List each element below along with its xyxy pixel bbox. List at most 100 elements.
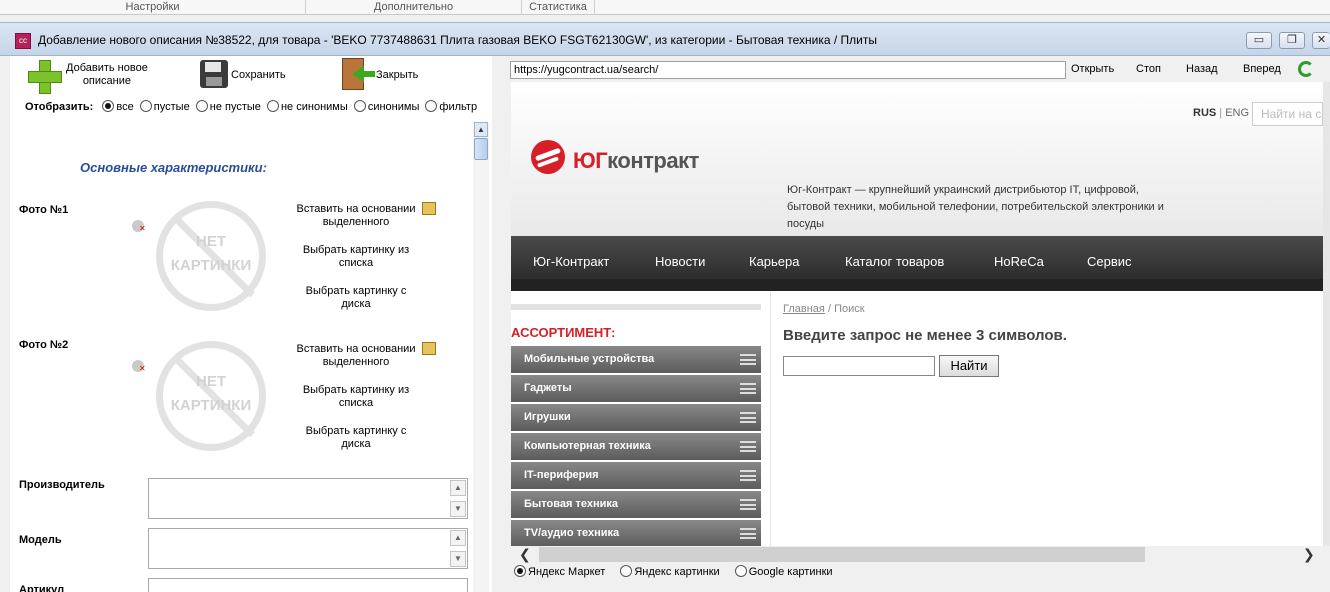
- site-header: RUS | ENG Найти на сайте ЮГконтракт Юг-К…: [511, 82, 1323, 236]
- paste-icon[interactable]: [422, 202, 436, 215]
- photo-2-choose-from-list[interactable]: Выбрать картинку из списка: [286, 384, 426, 410]
- photo-2-label: Фото №2: [19, 339, 69, 351]
- model-field[interactable]: ▲ ▼: [148, 528, 468, 569]
- stop-button[interactable]: Стоп: [1136, 63, 1161, 75]
- top-tab-bar: Настройки Дополнительно Статистика: [0, 0, 1330, 15]
- category-toys[interactable]: Игрушки: [511, 404, 761, 431]
- category-it-peripherals[interactable]: IT-периферия: [511, 462, 761, 489]
- open-button[interactable]: Открыть: [1071, 63, 1114, 75]
- category-computers[interactable]: Компьютерная техника: [511, 433, 761, 460]
- scroll-down-icon[interactable]: ▼: [450, 501, 466, 517]
- scroll-up-icon[interactable]: ▲: [474, 122, 488, 137]
- editor-scrollbar[interactable]: ▲: [473, 122, 489, 592]
- manufacturer-label: Производитель: [19, 479, 105, 491]
- nav-yug-contract[interactable]: Юг-Контракт: [533, 254, 609, 269]
- filter-radio-all[interactable]: [102, 100, 115, 112]
- language-switch: RUS | ENG: [1193, 107, 1250, 119]
- breadcrumb-current: Поиск: [834, 303, 865, 315]
- tab-additional[interactable]: Дополнительно: [306, 0, 522, 15]
- photo-1-label: Фото №1: [19, 204, 69, 216]
- site-navbar: Юг-Контракт Новости Карьера Каталог това…: [511, 236, 1323, 291]
- category-mobile[interactable]: Мобильные устройства: [511, 346, 761, 373]
- menu-icon: [740, 354, 756, 365]
- breadcrumb-home[interactable]: Главная: [783, 303, 825, 315]
- scroll-left-icon[interactable]: ❮: [519, 546, 531, 563]
- add-label-line1: Добавить новое: [66, 62, 148, 74]
- lang-eng[interactable]: ENG: [1225, 107, 1249, 119]
- source-radio-google-images[interactable]: [734, 565, 747, 577]
- add-label-line2: описание: [82, 75, 131, 87]
- scroll-thumb[interactable]: [474, 138, 488, 160]
- save-label: Сохранить: [231, 69, 286, 81]
- paste-icon[interactable]: [422, 342, 436, 355]
- scroll-up-icon[interactable]: ▲: [450, 530, 466, 546]
- photo-1-choose-from-disk[interactable]: Выбрать картинку с диска: [286, 285, 426, 311]
- nav-news[interactable]: Новости: [655, 254, 705, 269]
- section-title: Основные характеристики:: [80, 160, 267, 175]
- breadcrumb: Главная / Поиск: [783, 303, 865, 315]
- forward-button[interactable]: Вперед: [1243, 63, 1281, 75]
- site-logo[interactable]: ЮГконтракт: [573, 148, 699, 174]
- add-description-button[interactable]: Добавить новое описание: [24, 58, 164, 94]
- filter-radio-synonyms[interactable]: [353, 100, 366, 112]
- display-filter: Отобразить: все пустые не пустые не сино…: [25, 100, 478, 113]
- category-appliances[interactable]: Бытовая техника: [511, 491, 761, 518]
- display-filter-label: Отобразить:: [25, 101, 94, 113]
- description-editor-pane: Добавить новое описание Сохранить Закрыт…: [10, 56, 492, 592]
- add-icon: [28, 60, 62, 94]
- delete-photo-2-icon[interactable]: [132, 360, 146, 373]
- filter-radio-empty[interactable]: [139, 100, 152, 112]
- source-radio-yandex-images[interactable]: [620, 565, 633, 577]
- scroll-right-icon[interactable]: ❯: [1303, 546, 1315, 563]
- tab-settings[interactable]: Настройки: [0, 0, 306, 15]
- search-hint: Введите запрос не менее 3 символов.: [783, 327, 1067, 344]
- close-button[interactable]: Закрыть: [340, 56, 440, 92]
- site-search-input[interactable]: Найти на сайте: [1252, 102, 1323, 126]
- photo-1-paste-selected[interactable]: Вставить на основании выделенного: [286, 203, 426, 229]
- floppy-disk-icon: [200, 60, 228, 88]
- no-picture-placeholder-1: НЕТ КАРТИНКИ: [156, 201, 266, 311]
- lang-rus[interactable]: RUS: [1193, 107, 1216, 119]
- filter-radio-not-empty[interactable]: [195, 100, 208, 112]
- refresh-icon[interactable]: [1298, 61, 1314, 77]
- close-window-button[interactable]: ✕: [1312, 32, 1330, 49]
- source-radio-yandex-market[interactable]: [514, 565, 526, 577]
- scroll-up-icon[interactable]: ▲: [450, 480, 466, 496]
- article-label: Артикул: [19, 584, 65, 592]
- photo-1-choose-from-list[interactable]: Выбрать картинку из списка: [286, 244, 426, 270]
- scroll-down-icon[interactable]: ▼: [450, 551, 466, 567]
- photo-2-paste-selected[interactable]: Вставить на основании выделенного: [286, 343, 426, 369]
- menu-icon: [740, 528, 756, 539]
- category-gadgets[interactable]: Гаджеты: [511, 375, 761, 402]
- url-field[interactable]: https://yugcontract.ua/search/: [510, 61, 1066, 79]
- app-icon: cc: [15, 33, 31, 49]
- save-button[interactable]: Сохранить: [198, 58, 308, 92]
- find-button[interactable]: Найти: [939, 355, 999, 377]
- minimize-button[interactable]: ▭: [1246, 32, 1272, 49]
- restore-button[interactable]: ❐: [1279, 32, 1305, 49]
- no-picture-placeholder-2: НЕТ КАРТИНКИ: [156, 341, 266, 451]
- web-horizontal-scrollbar[interactable]: ❮ ❯: [511, 546, 1323, 563]
- back-button[interactable]: Назад: [1186, 63, 1218, 75]
- assortment-title: АССОРТИМЕНТ:: [511, 325, 616, 340]
- delete-photo-1-icon[interactable]: [132, 220, 146, 233]
- scroll-thumb[interactable]: [539, 547, 1145, 562]
- menu-icon: [740, 383, 756, 394]
- search-source-options: Яндекс Маркет Яндекс картинки Google кар…: [514, 565, 833, 578]
- category-tv-audio[interactable]: TV/аудио техника: [511, 520, 761, 546]
- filter-radio-not-synonyms[interactable]: [266, 100, 279, 112]
- article-field[interactable]: [148, 578, 468, 592]
- nav-horeca[interactable]: HoReCa: [994, 254, 1044, 269]
- photo-2-choose-from-disk[interactable]: Выбрать картинку с диска: [286, 425, 426, 451]
- tab-statistics[interactable]: Статистика: [522, 0, 595, 15]
- search-input[interactable]: [783, 356, 935, 376]
- logo-icon[interactable]: [531, 140, 565, 174]
- nav-catalog[interactable]: Каталог товаров: [845, 254, 944, 269]
- close-label: Закрыть: [376, 69, 419, 81]
- manufacturer-field[interactable]: ▲ ▼: [148, 478, 468, 519]
- nav-career[interactable]: Карьера: [749, 254, 800, 269]
- nav-service[interactable]: Сервис: [1087, 254, 1132, 269]
- window-titlebar: cc Добавление нового описания №38522, дл…: [0, 22, 1330, 56]
- web-vertical-scrollbar[interactable]: [1323, 82, 1330, 546]
- filter-radio-filter[interactable]: [425, 100, 438, 112]
